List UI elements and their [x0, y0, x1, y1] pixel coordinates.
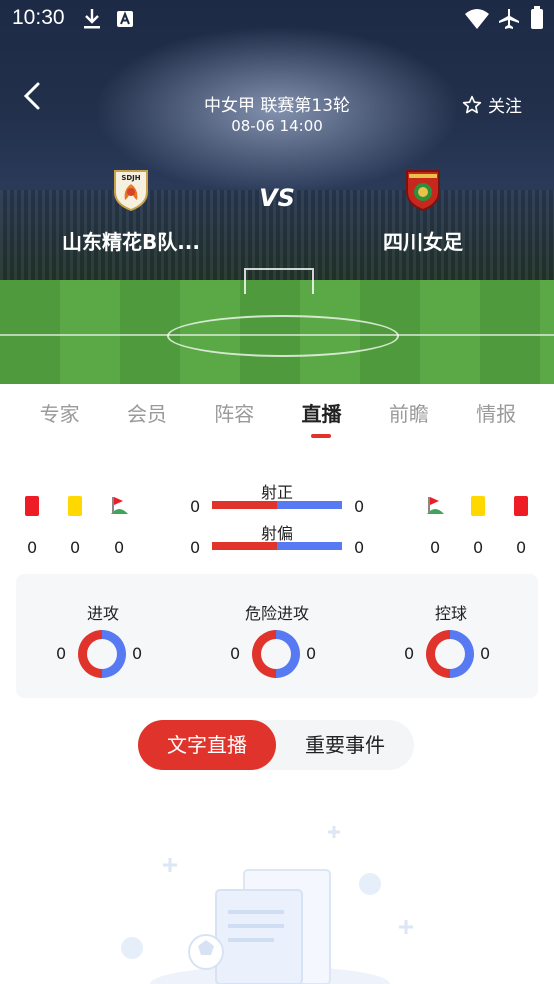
star-icon [462, 95, 482, 113]
gauge-title: 危险进攻 [244, 604, 309, 623]
home-red-count: 0 [27, 538, 38, 557]
gauge-title: 进攻 [86, 604, 119, 623]
shots-on-bar [212, 501, 342, 509]
shots-on-away: 0 [354, 497, 365, 516]
home-corner-count: 0 [114, 538, 125, 557]
tab-experts[interactable]: 专家 [16, 398, 103, 442]
away-corner-count: 0 [430, 538, 441, 557]
home-yellow-count: 0 [70, 538, 81, 557]
gauge-attack: 进攻 0 0 [28, 600, 178, 684]
match-header: 10:30 中女甲 联赛第13轮 08-06 14:00 关注 SDJH 山东精… [0, 0, 554, 384]
shots-on-label: 射正 [260, 483, 293, 502]
airplane-icon [499, 9, 519, 29]
gauge-ring [252, 630, 300, 678]
tab-live[interactable]: 直播 [278, 398, 365, 442]
match-datetime: 08-06 14:00 [231, 117, 323, 135]
status-time: 10:30 [12, 6, 65, 29]
wifi-icon [465, 9, 489, 29]
gauge-home-value: 0 [404, 644, 415, 663]
attack-stats-panel: 进攻 0 0 危险进攻 0 0 控球 0 0 [16, 574, 538, 698]
gauge-ring [78, 630, 126, 678]
home-red-card-icon [25, 496, 39, 516]
gauge-home-value: 0 [56, 644, 67, 663]
shots-off-label: 射偏 [260, 524, 293, 543]
goal-frame [244, 268, 314, 294]
shots-off-bar [212, 542, 342, 550]
segment-key-events[interactable]: 重要事件 [276, 720, 414, 770]
gauge-home-value: 0 [230, 644, 241, 663]
download-icon [84, 9, 100, 29]
away-red-card-icon [514, 496, 528, 516]
gauge-away-value: 0 [132, 644, 143, 663]
a-badge-icon [117, 11, 133, 27]
live-segment-control: 文字直播 重要事件 [138, 720, 414, 770]
segment-text-live[interactable]: 文字直播 [138, 720, 276, 770]
center-circle [167, 315, 399, 357]
gauge-dangerous-attack: 危险进攻 0 0 [202, 600, 352, 684]
away-team-logo [406, 170, 440, 212]
shots-off-home: 0 [190, 538, 201, 557]
follow-label: 关注 [488, 97, 522, 117]
gauge-away-value: 0 [306, 644, 317, 663]
away-red-count: 0 [516, 538, 527, 557]
status-bar: 10:30 [0, 0, 554, 40]
follow-button[interactable]: 关注 [462, 92, 522, 117]
tab-intel[interactable]: 情报 [452, 398, 539, 442]
gauge-possession: 控球 0 0 [376, 600, 526, 684]
home-logo-text: SDJH [121, 174, 140, 182]
battery-icon [531, 6, 543, 29]
shots-on-home: 0 [190, 497, 201, 516]
tab-lineup[interactable]: 阵容 [191, 398, 278, 442]
away-team-name: 四川女足 [383, 230, 463, 254]
away-yellow-count: 0 [473, 538, 484, 557]
away-corner-flag-icon [427, 497, 444, 514]
gauge-ring [426, 630, 474, 678]
tab-preview[interactable]: 前瞻 [365, 398, 452, 442]
gauge-title: 控球 [434, 604, 467, 623]
away-team[interactable]: 四川女足 [338, 168, 508, 255]
tab-members[interactable]: 会员 [103, 398, 190, 442]
empty-state-illustration [121, 826, 413, 984]
shots-off-away: 0 [354, 538, 365, 557]
match-tabs: 专家 会员 阵容 直播 前瞻 情报 [0, 398, 554, 442]
gauge-away-value: 0 [480, 644, 491, 663]
home-yellow-card-icon [68, 496, 82, 516]
home-team-name: 山东精花B队... [61, 230, 201, 254]
away-yellow-card-icon [471, 496, 485, 516]
match-stats: 0 0 0 射正 0 0 射偏 0 0 0 0 0 [0, 476, 554, 566]
home-corner-flag-icon [111, 497, 128, 514]
